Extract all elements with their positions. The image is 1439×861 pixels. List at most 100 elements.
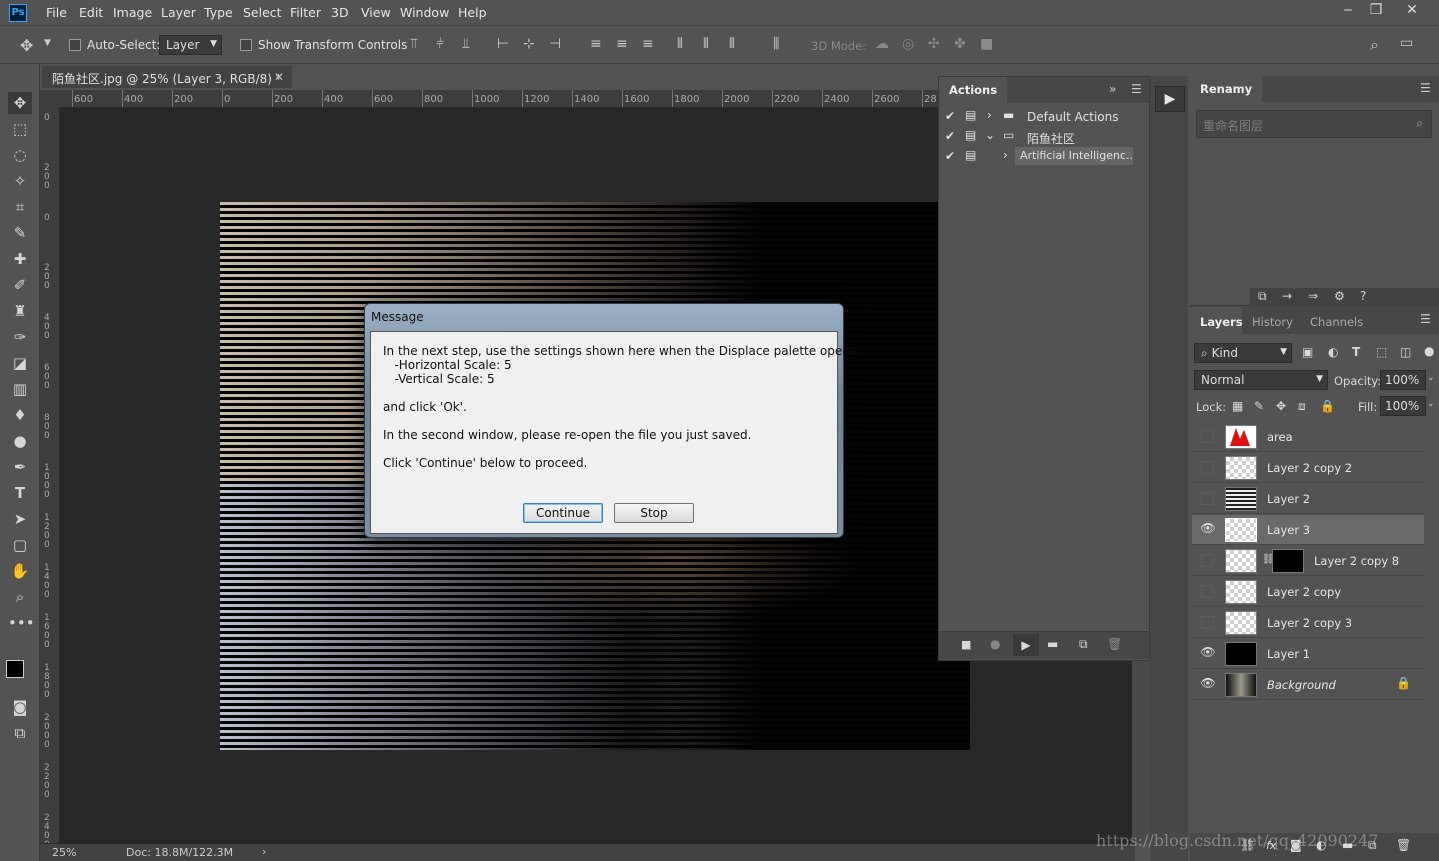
gradient-tool-icon[interactable]: ▥ — [8, 378, 32, 400]
magic-wand-icon[interactable]: ✧ — [8, 170, 32, 192]
tab-actions[interactable]: Actions — [939, 77, 1008, 103]
layer-row-layer3[interactable]: 👁 Layer 3 — [1192, 515, 1424, 545]
move-tool-icon[interactable]: ✥ — [20, 36, 33, 55]
help-icon[interactable]: ? — [1360, 289, 1366, 303]
collapse-icon[interactable]: » — [1109, 82, 1116, 96]
filter-adjustment-icon[interactable]: ◐ — [1328, 345, 1338, 359]
filter-shape-icon[interactable]: ⬚ — [1376, 345, 1387, 359]
visibility-toggle[interactable] — [1201, 585, 1214, 598]
layer-row-background[interactable]: 👁 Background 🔒 — [1192, 670, 1424, 700]
action-set-default[interactable]: ✔ ▤ › ▬ Default Actions — [939, 107, 1149, 127]
continue-button[interactable]: Continue — [523, 503, 603, 523]
distribute-top-icon[interactable]: ≡ — [590, 36, 602, 52]
chevron-down-icon[interactable]: ⌄ — [1427, 399, 1435, 409]
minimize-icon[interactable]: ‒ — [1336, 2, 1360, 22]
stop-button[interactable]: Stop — [614, 503, 694, 523]
panel-menu-icon[interactable]: ☰ — [1420, 81, 1431, 95]
stamp-tool-icon[interactable]: ♜ — [8, 300, 32, 322]
trash-icon[interactable]: 🗑 — [1396, 838, 1411, 852]
layer-row-layer2copy[interactable]: Layer 2 copy — [1192, 577, 1424, 607]
chevron-right-icon[interactable]: › — [987, 108, 992, 122]
brush-tool-icon[interactable]: ✐ — [8, 274, 32, 296]
tab-channels[interactable]: Channels — [1300, 307, 1374, 334]
distribute-hcenter-icon[interactable]: ⫴ — [703, 36, 709, 52]
3d-slide-icon[interactable]: ✤ — [954, 36, 966, 52]
show-transform-checkbox[interactable] — [240, 39, 252, 51]
marquee-tool-icon[interactable]: ⬚ — [8, 118, 32, 140]
check-icon[interactable]: ✔ — [945, 149, 955, 163]
align-hcenter-icon[interactable]: ⊹ — [523, 36, 535, 52]
distribute-left-icon[interactable]: ⫴ — [677, 36, 683, 52]
menu-layer[interactable]: Layer — [161, 5, 196, 20]
move-tool-icon[interactable]: ✥ — [8, 92, 32, 114]
eye-icon[interactable]: 👁 — [1200, 521, 1216, 537]
tab-renamy[interactable]: Renamy — [1190, 76, 1263, 102]
action-artificial-intelligence[interactable]: ✔ ▤ › Artificial Intelligenc... — [939, 147, 1149, 167]
layer-row-layer2copy3[interactable]: Layer 2 copy 3 — [1192, 608, 1424, 638]
stop-icon[interactable]: ■ — [961, 638, 971, 651]
eye-icon[interactable]: 👁 — [1200, 676, 1216, 692]
visibility-toggle[interactable] — [1201, 554, 1214, 567]
blur-tool-icon[interactable]: ♦ — [8, 404, 32, 426]
menu-view[interactable]: View — [361, 5, 391, 20]
kind-filter-dropdown[interactable]: ⌕ Kind ▼ — [1194, 343, 1292, 363]
tab-history[interactable]: History — [1242, 307, 1303, 334]
visibility-toggle[interactable] — [1201, 430, 1214, 443]
layer-row-layer1[interactable]: 👁 Layer 1 — [1192, 639, 1424, 669]
layer-row-layer2copy8[interactable]: ⛓ Layer 2 copy 8 — [1192, 546, 1424, 576]
layer-row-area[interactable]: area — [1192, 422, 1424, 452]
3d-pan-icon[interactable]: ✣ — [928, 36, 940, 52]
zoom-level[interactable]: 25% — [52, 846, 76, 859]
filter-smart-icon[interactable]: ◫ — [1400, 345, 1411, 359]
play-icon[interactable]: ▶ — [1013, 634, 1039, 656]
pen-tool-icon[interactable]: ✒ — [8, 456, 32, 478]
more-tools-icon[interactable]: ••• — [8, 612, 35, 634]
3d-roll-icon[interactable]: ◎ — [902, 36, 914, 52]
lock-pixels-icon[interactable]: ✎ — [1254, 399, 1264, 413]
fill-input[interactable]: 100% — [1380, 396, 1426, 416]
lasso-tool-icon[interactable]: ◌ — [8, 144, 32, 166]
lock-all-icon[interactable]: 🔒 — [1320, 399, 1335, 413]
dialog-toggle-icon[interactable]: ▤ — [965, 148, 976, 162]
chevron-down-icon[interactable]: ⌄ — [1427, 373, 1435, 383]
workspace-icon[interactable]: ▭ — [1400, 35, 1413, 51]
lock-artboard-icon[interactable]: ⧈ — [1298, 399, 1306, 414]
eye-icon[interactable]: 👁 — [1200, 645, 1216, 661]
menu-file[interactable]: File — [46, 5, 67, 20]
dialog-toggle-icon[interactable]: ▤ — [965, 108, 976, 122]
layer-row-layer2copy2[interactable]: Layer 2 copy 2 — [1192, 453, 1424, 483]
zoom-tool-icon[interactable]: ⌕ — [8, 586, 32, 608]
healing-tool-icon[interactable]: ✚ — [8, 248, 32, 270]
chevron-down-icon[interactable]: ▼ — [44, 38, 51, 48]
eyedropper-tool-icon[interactable]: ✎ — [8, 222, 32, 244]
shape-tool-icon[interactable]: ▢ — [8, 534, 32, 556]
crop-tool-icon[interactable]: ⌗ — [8, 196, 32, 218]
type-tool-icon[interactable]: T — [8, 482, 32, 504]
filter-type-icon[interactable]: T — [1352, 345, 1360, 359]
dialog-toggle-icon[interactable]: ▤ — [965, 128, 976, 142]
eraser-tool-icon[interactable]: ◪ — [8, 352, 32, 374]
menu-type[interactable]: Type — [204, 5, 233, 20]
record-icon[interactable]: ● — [990, 637, 1000, 651]
visibility-toggle[interactable] — [1201, 616, 1214, 629]
align-bottom-icon[interactable]: ⫫ — [462, 36, 470, 52]
menu-edit[interactable]: Edit — [79, 5, 103, 20]
visibility-toggle[interactable] — [1201, 461, 1214, 474]
close-icon[interactable]: ✕ — [1400, 2, 1424, 22]
hand-tool-icon[interactable]: ✋ — [8, 560, 32, 582]
panel-menu-icon[interactable]: ☰ — [1131, 82, 1142, 96]
distribute-right-icon[interactable]: ⫴ — [729, 36, 735, 52]
menu-3d[interactable]: 3D — [331, 5, 349, 20]
distribute-vcenter-icon[interactable]: ≡ — [616, 36, 628, 52]
menu-filter[interactable]: Filter — [290, 5, 321, 20]
check-icon[interactable]: ✔ — [945, 129, 955, 143]
rename-search-input[interactable]: 重命名图层 ⌕ — [1196, 110, 1432, 138]
auto-select-checkbox[interactable] — [69, 39, 81, 51]
check-icon[interactable]: ✔ — [945, 109, 955, 123]
document-tab[interactable]: 陌鱼社区.jpg @ 25% (Layer 3, RGB/8) * ✕ — [42, 66, 292, 88]
dodge-tool-icon[interactable]: ● — [8, 430, 32, 452]
lock-transparent-icon[interactable]: ▦ — [1232, 399, 1243, 413]
align-left-icon[interactable]: ⊢ — [497, 36, 509, 52]
auto-select-dropdown[interactable]: Layer ▼ — [159, 35, 222, 55]
visibility-toggle[interactable] — [1201, 492, 1214, 505]
